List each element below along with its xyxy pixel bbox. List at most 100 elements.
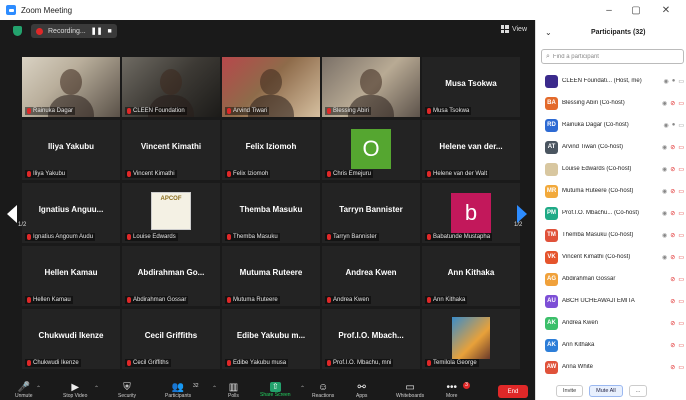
participant-display-name: Iliya Yakubu: [47, 142, 95, 151]
participant-tile[interactable]: APCOF Louise Edwards: [122, 183, 220, 243]
participant-tile[interactable]: O Chris Emejuru: [322, 120, 420, 180]
participant-row[interactable]: AW Anna White ⊘ ▭: [536, 356, 686, 378]
muted-mic-icon[interactable]: ⊘: [670, 320, 675, 327]
muted-mic-icon[interactable]: ⊘: [670, 100, 675, 107]
participant-tile[interactable]: Musa Tsokwa Musa Tsokwa: [422, 57, 520, 117]
toolbar-button-label: Polls: [228, 393, 239, 399]
participant-tile[interactable]: Temilola George: [422, 309, 520, 369]
participant-status-icons: ◉ ● ▭: [663, 122, 684, 129]
participant-tile[interactable]: Felix Iziomoh Felix Iziomoh: [222, 120, 320, 180]
mute-all-button[interactable]: Mute All: [589, 385, 623, 397]
collapse-chevron-icon[interactable]: ⌄: [545, 28, 552, 37]
shield-icon: ⛨: [123, 382, 131, 393]
muted-mic-icon[interactable]: ⊘: [670, 144, 675, 151]
video-options-caret-icon[interactable]: ⌃: [94, 385, 99, 392]
muted-mic-icon[interactable]: ⊘: [670, 210, 675, 217]
maximize-button[interactable]: ▢: [622, 0, 650, 20]
participant-search[interactable]: ⌕: [541, 49, 684, 64]
unmute-button[interactable]: 🎤 Unmute: [15, 382, 33, 400]
muted-mic-icon[interactable]: ⊘: [670, 232, 675, 239]
participant-row[interactable]: MR Mutuma Ruteere (Co-host) ◉ ⊘ ▭: [536, 180, 686, 202]
participant-tile[interactable]: Helene van der... Helene van der Walt: [422, 120, 520, 180]
participant-row[interactable]: RD Rainuka Dagar (Co-host) ◉ ● ▭: [536, 114, 686, 136]
muted-mic-icon[interactable]: ⊘: [670, 364, 675, 371]
participant-row[interactable]: VK Vincent Kimathi (Co-host) ◉ ⊘ ▭: [536, 246, 686, 268]
participant-row-name: Louise Edwards (Co-host): [562, 166, 632, 172]
search-icon: ⌕: [546, 52, 550, 60]
muted-mic-icon[interactable]: ⊘: [670, 188, 675, 195]
participant-tile[interactable]: Edibe Yakubu m... Edibe Yakubu musa: [222, 309, 320, 369]
whiteboards-button[interactable]: ▭ Whiteboards: [396, 382, 424, 400]
mic-icon[interactable]: ●: [672, 78, 676, 84]
invite-button[interactable]: Invite: [556, 385, 584, 397]
participant-tile[interactable]: Ignatius Anguu... Ignatius Angoum Audu: [22, 183, 120, 243]
participant-row[interactable]: Louise Edwards (Co-host) ◉ ⊘ ▭: [536, 158, 686, 180]
participant-tile[interactable]: Andrea Kwen Andrea Kwen: [322, 246, 420, 306]
participant-avatar: AK: [545, 316, 558, 330]
participant-row[interactable]: BA Blessing Abiri (Co-host) ◉ ⊘ ▭: [536, 92, 686, 114]
previous-page-arrow-icon[interactable]: [7, 205, 17, 223]
stop-recording-button[interactable]: ■: [107, 28, 111, 35]
participant-row[interactable]: AU ABCH UCHEAWAJI EMITA ⊘ ▭: [536, 290, 686, 312]
participant-tile[interactable]: Prof.I.O. Mbach... Prof.I.O. Mbachu, mni: [322, 309, 420, 369]
muted-mic-icon[interactable]: ⊘: [670, 298, 675, 305]
participant-tile[interactable]: Chukwudi Ikenze Chukwudi Ikenze: [22, 309, 120, 369]
participant-row[interactable]: AG Abdirahman Gossar ⊘ ▭: [536, 268, 686, 290]
participant-name: Vincent Kimathi: [133, 171, 175, 177]
mic-icon[interactable]: ●: [672, 122, 676, 128]
window-title: Zoom Meeting: [21, 5, 73, 15]
stop-video-button[interactable]: ▶ Stop Video: [63, 382, 87, 400]
participant-tile[interactable]: Tarryn Bannister Tarryn Bannister: [322, 183, 420, 243]
muted-mic-icon[interactable]: ⊘: [670, 276, 675, 283]
muted-mic-icon[interactable]: ⊘: [670, 166, 675, 173]
participant-tile[interactable]: Themba Masuku Themba Masuku: [222, 183, 320, 243]
participant-tile[interactable]: Mutuma Ruteere Mutuma Ruteere: [222, 246, 320, 306]
participants-button[interactable]: 👥 Participants: [165, 382, 191, 400]
muted-mic-icon: [327, 171, 331, 177]
participant-tile[interactable]: b Babatunde Mustapha: [422, 183, 520, 243]
participant-tile[interactable]: Blessing Abiri: [322, 57, 420, 117]
muted-mic-icon[interactable]: ⊘: [670, 254, 675, 261]
participant-tile[interactable]: Ann Kithaka Ann Kithaka: [422, 246, 520, 306]
participant-tile[interactable]: Vincent Kimathi Vincent Kimathi: [122, 120, 220, 180]
participants-count-badge: 32: [193, 383, 199, 389]
participants-options-caret-icon[interactable]: ⌃: [212, 385, 217, 392]
participant-search-input[interactable]: [552, 53, 673, 60]
camera-status-icon: ▭: [678, 210, 684, 217]
reactions-button[interactable]: ☺ Reactions: [312, 382, 334, 400]
share-options-caret-icon[interactable]: ⌃: [300, 385, 305, 392]
polls-button[interactable]: ▥ Polls: [228, 382, 239, 400]
panel-more-button[interactable]: ...: [628, 385, 648, 397]
participant-tile[interactable]: CLEEN Foundation: [122, 57, 220, 117]
participant-row[interactable]: AK Andrea Kwen ⊘ ▭: [536, 312, 686, 334]
next-page-arrow-icon[interactable]: [517, 205, 527, 223]
end-meeting-button[interactable]: End: [498, 385, 528, 398]
participant-row[interactable]: CLEEN Foundati... (Host, me) ◉ ● ▭: [536, 70, 686, 92]
view-button[interactable]: View: [500, 25, 527, 33]
close-button[interactable]: ✕: [652, 0, 680, 20]
participant-tile[interactable]: Arvind Tiwari: [222, 57, 320, 117]
toolbar-button-label: Reactions: [312, 393, 335, 399]
apps-button[interactable]: ⚯ Apps: [356, 382, 367, 400]
participant-silhouette: [160, 69, 182, 95]
participant-tile[interactable]: Cecil Griffiths Cecil Griffiths: [122, 309, 220, 369]
participant-tile[interactable]: Rainuka Dagar: [22, 57, 120, 117]
pause-recording-button[interactable]: ❚❚: [91, 27, 103, 35]
muted-mic-icon: [427, 360, 431, 366]
muted-mic-icon[interactable]: ⊘: [670, 342, 675, 349]
more-button[interactable]: ••• More: [446, 382, 457, 400]
security-button[interactable]: ⛨ Security: [118, 382, 136, 400]
participant-row[interactable]: AT Arvind Tiwari (Co-host) ◉ ⊘ ▭: [536, 136, 686, 158]
muted-mic-icon: [227, 234, 231, 240]
participant-tile[interactable]: Hellen Kamau Hellen Kamau: [22, 246, 120, 306]
unmute-options-caret-icon[interactable]: ⌃: [36, 385, 41, 392]
participant-row[interactable]: PM Prof.I.O. Mbachu... (Co-host) ◉ ⊘ ▭: [536, 202, 686, 224]
encryption-shield-icon[interactable]: [13, 26, 22, 36]
participant-status-icons: ◉ ● ▭: [663, 78, 684, 85]
share-screen-button[interactable]: ⇧ Share Screen: [260, 382, 291, 400]
participant-row[interactable]: AK Ann Kithaka ⊘ ▭: [536, 334, 686, 356]
participant-tile[interactable]: Iliya Yakubu Iliya Yakubu: [22, 120, 120, 180]
minimize-button[interactable]: –: [595, 0, 623, 20]
participant-tile[interactable]: Abdirahman Go... Abdirahman Gossar: [122, 246, 220, 306]
participant-row[interactable]: TM Themba Masuku (Co-host) ◉ ⊘ ▭: [536, 224, 686, 246]
